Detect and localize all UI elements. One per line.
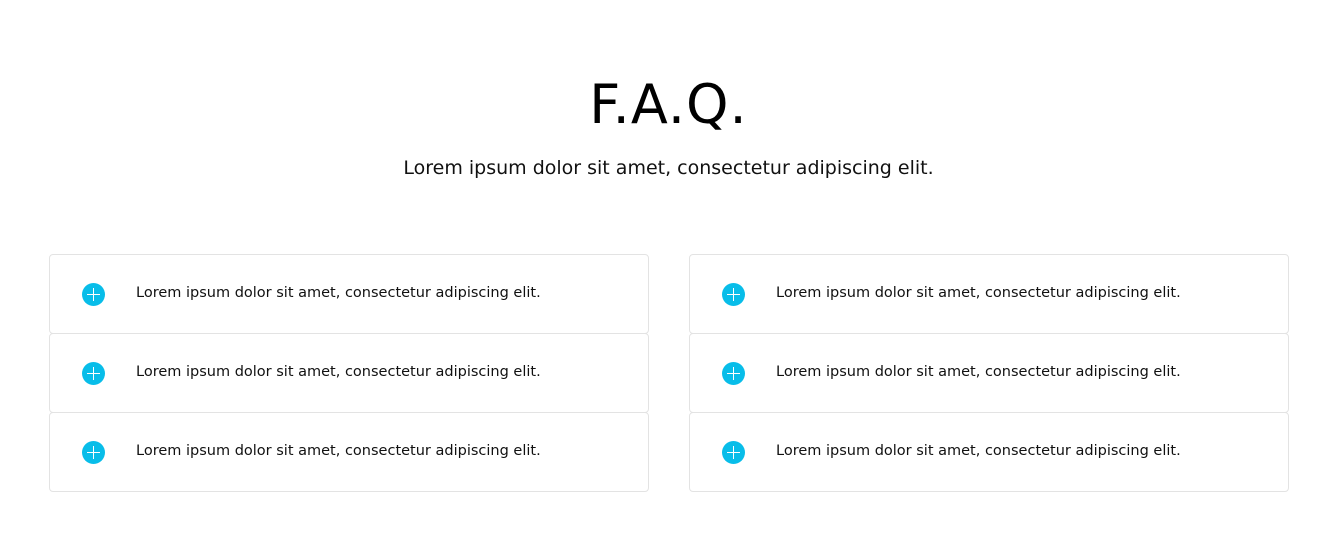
faq-item[interactable]: Lorem ipsum dolor sit amet, consectetur …	[49, 254, 649, 334]
faq-question: Lorem ipsum dolor sit amet, consectetur …	[776, 364, 1181, 380]
plus-circle-icon[interactable]	[722, 441, 745, 464]
faq-item[interactable]: Lorem ipsum dolor sit amet, consectetur …	[49, 412, 649, 492]
faq-column-left: Lorem ipsum dolor sit amet, consectetur …	[49, 254, 649, 492]
faq-question: Lorem ipsum dolor sit amet, consectetur …	[136, 443, 541, 459]
faq-question: Lorem ipsum dolor sit amet, consectetur …	[776, 443, 1181, 459]
plus-circle-icon[interactable]	[82, 283, 105, 306]
plus-circle-icon[interactable]	[82, 362, 105, 385]
page-title: F.A.Q.	[589, 73, 748, 136]
plus-circle-icon[interactable]	[722, 283, 745, 306]
faq-question: Lorem ipsum dolor sit amet, consectetur …	[776, 285, 1181, 301]
faq-column-right: Lorem ipsum dolor sit amet, consectetur …	[689, 254, 1289, 492]
faq-question: Lorem ipsum dolor sit amet, consectetur …	[136, 364, 541, 380]
faq-item[interactable]: Lorem ipsum dolor sit amet, consectetur …	[689, 412, 1289, 492]
faq-item[interactable]: Lorem ipsum dolor sit amet, consectetur …	[49, 333, 649, 413]
faq-item[interactable]: Lorem ipsum dolor sit amet, consectetur …	[689, 333, 1289, 413]
plus-circle-icon[interactable]	[722, 362, 745, 385]
faq-question: Lorem ipsum dolor sit amet, consectetur …	[136, 285, 541, 301]
plus-circle-icon[interactable]	[82, 441, 105, 464]
page-subtitle: Lorem ipsum dolor sit amet, consectetur …	[403, 157, 934, 179]
faq-item[interactable]: Lorem ipsum dolor sit amet, consectetur …	[689, 254, 1289, 334]
